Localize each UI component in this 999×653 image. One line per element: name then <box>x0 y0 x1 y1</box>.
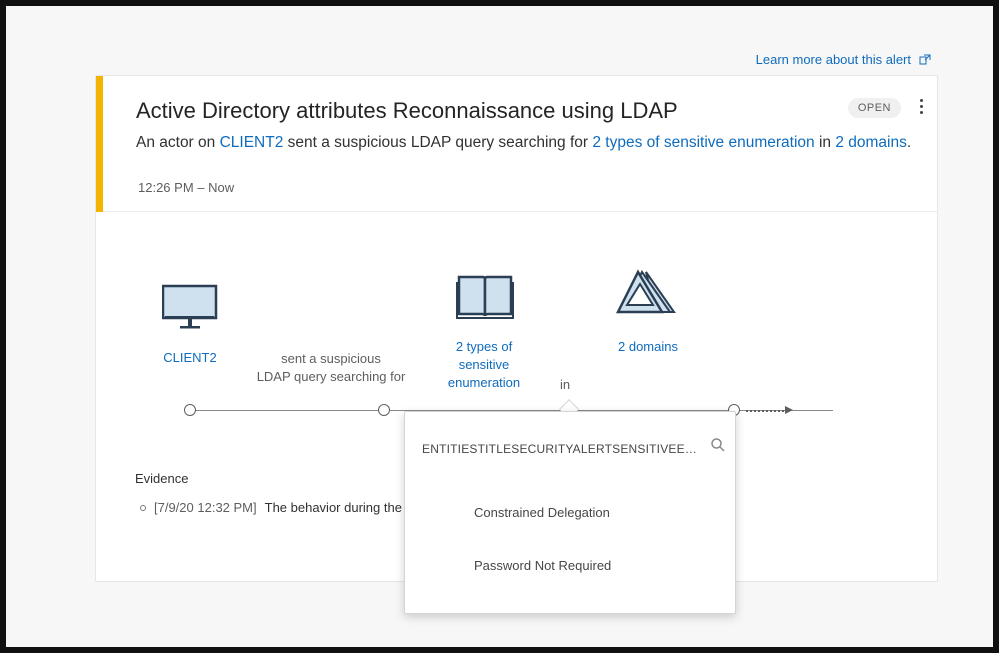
popup-item-password-not-required[interactable]: Password Not Required <box>474 558 611 573</box>
learn-more-label: Learn more about this alert <box>755 52 911 67</box>
timeline-arrow-icon <box>785 406 793 414</box>
types-line1: 2 types of <box>455 339 513 354</box>
popup-item-constrained-delegation[interactable]: Constrained Delegation <box>474 505 610 520</box>
action-label-line1: sent a suspicious <box>281 351 381 366</box>
desc-in: in <box>814 134 836 151</box>
search-icon[interactable] <box>710 437 726 453</box>
entity-popup: ENTITIESTITLESECURITYALERTSENSITIVEENUME… <box>404 411 736 614</box>
timeline-node-client[interactable] <box>184 404 196 416</box>
action-label: sent a suspicious LDAP query searching f… <box>236 350 426 386</box>
bullet-icon <box>140 504 146 511</box>
desc-end: . <box>906 134 912 151</box>
types-node-label[interactable]: 2 types of sensitive enumeration <box>429 338 539 392</box>
domains-node-label[interactable]: 2 domains <box>606 338 690 356</box>
monitor-icon <box>162 284 218 329</box>
client-node-label[interactable]: CLIENT2 <box>156 349 224 367</box>
desc-middle: sent a suspicious LDAP query searching f… <box>283 134 593 151</box>
alert-time: 12:26 PM – Now <box>138 180 235 195</box>
evidence-text: The behavior during the <box>264 500 402 515</box>
more-vertical-icon[interactable] <box>913 96 929 120</box>
external-link-icon <box>919 54 931 65</box>
alert-description: An actor on CLIENT2 sent a suspicious LD… <box>136 134 911 152</box>
action-label-line2: LDAP query searching for <box>256 369 406 384</box>
alert-title: Active Directory attributes Reconnaissan… <box>136 98 678 123</box>
types-line3: enumeration <box>447 375 521 390</box>
timeline-continuation <box>746 410 788 412</box>
types-line2: sensitive <box>458 357 510 372</box>
severity-accent-bar <box>96 76 103 212</box>
domains-link[interactable]: 2 domains <box>835 134 907 151</box>
screenshot-frame: Learn more about this alert Active Direc… <box>0 0 999 653</box>
evidence-date: [7/9/20 12:32 PM] <box>154 500 257 515</box>
desc-prefix: An actor on <box>136 134 220 151</box>
evidence-heading: Evidence <box>135 471 189 486</box>
domains-icon <box>616 269 676 314</box>
evidence-item: [7/9/20 12:32 PM] The behavior during th… <box>140 500 402 515</box>
popup-search-label[interactable]: ENTITIESTITLESECURITYALERTSENSITIVEENUME… <box>422 442 702 456</box>
status-badge: OPEN <box>847 98 901 118</box>
types-link[interactable]: 2 types of sensitive enumeration <box>592 134 814 151</box>
timeline-node-query[interactable] <box>378 404 390 416</box>
in-label: in <box>559 377 571 392</box>
learn-more-link[interactable]: Learn more about this alert <box>756 52 931 67</box>
book-icon <box>456 275 514 319</box>
alert-header: Active Directory attributes Reconnaissan… <box>96 76 937 212</box>
client-link[interactable]: CLIENT2 <box>220 134 284 151</box>
